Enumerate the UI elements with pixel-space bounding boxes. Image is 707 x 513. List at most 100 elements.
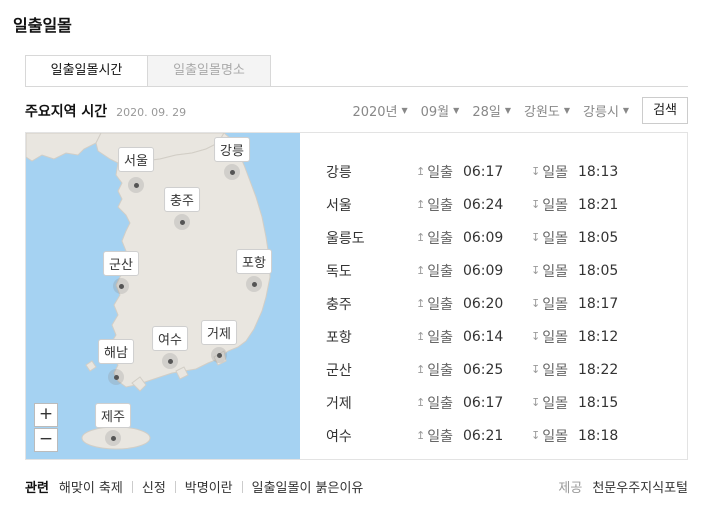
city-select[interactable]: 강릉시 ▼ [583, 101, 629, 120]
sunrise-label: 일출 [427, 428, 453, 445]
korea-map[interactable]: 서울 강릉 충주 군산 포항 여수 거제 해남 제주 + − [26, 133, 300, 459]
related-link-new-year[interactable]: 신정 [142, 477, 166, 496]
list-item: 충주 ↥ 일출 06:20 ↧ 일몰 18:17 [326, 287, 666, 320]
sunset-time: 18:15 [577, 394, 619, 411]
location-dot-icon [216, 352, 222, 358]
day-select-value: 28일 [472, 105, 501, 120]
city-name: 강릉 [326, 164, 352, 181]
city-name: 군산 [326, 362, 352, 379]
sunset-time: 18:05 [577, 229, 619, 246]
sunset-time: 18:18 [577, 427, 619, 444]
province-select-value: 강원도 [523, 105, 560, 120]
sunset-label: 일몰 [542, 329, 568, 346]
arrow-up-icon: ↥ [416, 330, 426, 343]
korea-map-land [26, 133, 271, 450]
sunset-time: 18:05 [577, 262, 619, 279]
sunrise-label: 일출 [427, 164, 453, 181]
results-panel: 서울 강릉 충주 군산 포항 여수 거제 해남 제주 + − 강릉 ↥ 일출 0… [25, 132, 688, 460]
year-select-value: 2020년 [352, 105, 398, 120]
section-header: 주요지역 시간 2020. 09. 29 [25, 101, 186, 121]
divider [174, 480, 176, 493]
day-select[interactable]: 28일 ▼ [472, 101, 511, 120]
sunset-time: 18:17 [577, 295, 619, 312]
province-select[interactable]: 강원도 ▼ [524, 101, 570, 120]
arrow-down-icon: ↧ [531, 198, 541, 211]
sunset-label: 일몰 [542, 164, 568, 181]
location-dot-icon [251, 281, 257, 287]
arrow-down-icon: ↧ [531, 165, 541, 178]
caret-down-icon: ▼ [453, 106, 460, 115]
map-pin-label: 해남 [98, 339, 134, 364]
arrow-down-icon: ↧ [531, 297, 541, 310]
sunrise-label: 일출 [427, 362, 453, 379]
divider [131, 480, 133, 493]
sunrise-label: 일출 [427, 296, 453, 313]
city-select-value: 강릉시 [583, 105, 619, 120]
tab-sunrise-sunset-spots[interactable]: 일출일몰명소 [148, 55, 271, 87]
location-dot-icon [133, 182, 139, 188]
location-dot-icon [167, 358, 173, 364]
arrow-down-icon: ↧ [531, 396, 541, 409]
year-select[interactable]: 2020년 ▼ [352, 101, 407, 120]
month-select[interactable]: 09월 ▼ [421, 101, 460, 120]
related-link-twilight[interactable]: 박명이란 [185, 477, 233, 496]
section-date: 2020. 09. 29 [116, 106, 187, 119]
sunrise-label: 일출 [427, 395, 453, 412]
sunset-label: 일몰 [542, 296, 568, 313]
sunrise-time: 06:09 [462, 262, 504, 279]
section-title: 주요지역 시간 [25, 104, 108, 120]
list-item: 군산 ↥ 일출 06:25 ↧ 일몰 18:22 [326, 353, 666, 386]
city-name: 울릉도 [326, 230, 365, 247]
city-name: 거제 [326, 395, 352, 412]
divider [241, 480, 243, 493]
location-dot-icon [179, 219, 185, 225]
sunrise-label: 일출 [427, 263, 453, 280]
related-links-bar: 관련 해맞이 축제 신정 박명이란 일출일몰이 붉은이유 제공 천문우주지식포털 [25, 477, 688, 496]
provider-link[interactable]: 천문우주지식포털 [592, 477, 688, 496]
arrow-up-icon: ↥ [416, 396, 426, 409]
provider-label: 제공 [558, 481, 583, 496]
arrow-up-icon: ↥ [416, 198, 426, 211]
sunrise-time: 06:09 [462, 229, 504, 246]
caret-down-icon: ▼ [401, 106, 408, 115]
city-name: 포항 [326, 329, 352, 346]
sunrise-time: 06:25 [462, 361, 504, 378]
sunset-label: 일몰 [542, 362, 568, 379]
plus-icon: + [38, 404, 54, 424]
sunset-label: 일몰 [542, 428, 568, 445]
sunset-label: 일몰 [542, 395, 568, 412]
location-dot-icon [229, 169, 235, 175]
related-label: 관련 [25, 481, 49, 496]
map-pin-label: 거제 [201, 320, 237, 345]
related-link-red-sunrise[interactable]: 일출일몰이 붉은이유 [252, 477, 364, 496]
map-pin-label: 서울 [118, 147, 154, 172]
month-select-value: 09월 [420, 105, 450, 120]
zoom-in-button[interactable]: + [34, 403, 58, 427]
arrow-down-icon: ↧ [531, 429, 541, 442]
city-name: 여수 [326, 428, 352, 445]
list-item: 독도 ↥ 일출 06:09 ↧ 일몰 18:05 [326, 254, 666, 287]
related-link-sunrise-festival[interactable]: 해맞이 축제 [59, 477, 123, 496]
sunrise-label: 일출 [427, 230, 453, 247]
arrow-up-icon: ↥ [416, 264, 426, 277]
zoom-out-button[interactable]: − [34, 428, 58, 452]
page-title: 일출일몰 [13, 16, 72, 35]
sunset-label: 일몰 [542, 230, 568, 247]
location-dot-icon [113, 374, 119, 380]
sunrise-time: 06:20 [462, 295, 504, 312]
arrow-down-icon: ↧ [531, 231, 541, 244]
city-name: 독도 [326, 263, 352, 280]
arrow-up-icon: ↥ [416, 297, 426, 310]
list-item: 울릉도 ↥ 일출 06:09 ↧ 일몰 18:05 [326, 221, 666, 254]
sunrise-time: 06:21 [462, 427, 504, 444]
map-pin-label: 포항 [236, 249, 272, 274]
sunrise-time: 06:17 [462, 163, 504, 180]
sunset-label: 일몰 [542, 197, 568, 214]
search-button[interactable]: 검색 [642, 97, 688, 124]
sunset-time: 18:12 [577, 328, 619, 345]
tab-sunrise-sunset-times[interactable]: 일출일몰시간 [25, 55, 148, 87]
map-pin-label: 여수 [152, 326, 188, 351]
list-item: 거제 ↥ 일출 06:17 ↧ 일몰 18:15 [326, 386, 666, 419]
location-dot-icon [118, 283, 124, 289]
filter-bar: 2020년 ▼ 09월 ▼ 28일 ▼ 강원도 ▼ 강릉시 ▼ 검색 [352, 97, 688, 124]
